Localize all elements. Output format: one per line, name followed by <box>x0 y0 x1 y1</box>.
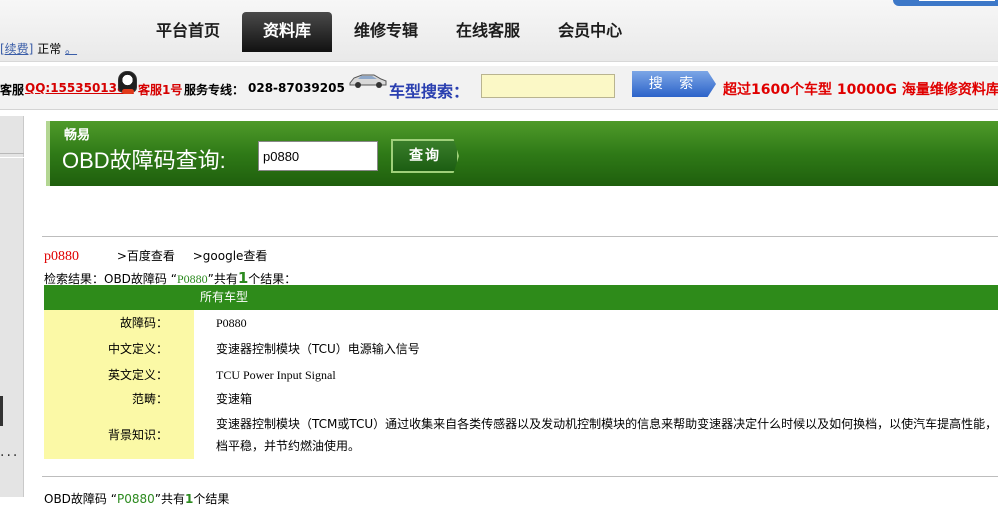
left-sidebar: ··· <box>0 116 24 497</box>
nav-online-service[interactable]: 在线客服 <box>440 12 536 52</box>
obd-code-input[interactable] <box>258 141 378 171</box>
summary-suffix: 个结果： <box>248 272 297 286</box>
obd-query-button[interactable]: 查询 <box>391 139 459 173</box>
window-corner-box <box>919 0 995 1</box>
bottom-suffix: 个结果 <box>193 492 230 506</box>
more-dots-icon[interactable]: ··· <box>0 448 19 464</box>
promo-banner: 超过1600个车型 10000G 海量维修资料库 <box>723 82 998 98</box>
row-value: P0880 <box>216 316 247 330</box>
hotline-label: 服务专线： <box>184 83 245 97</box>
row-value: 变速箱 <box>216 392 253 406</box>
main-content: 畅易 OBD故障码查询: 查询 p0880 >百度查看 >google查看 检索… <box>42 116 998 506</box>
bottom-keyword: P0880 <box>116 492 155 506</box>
result-table: 所有车型 故障码： P0880 中文定义： 变速器控制模块（TCU）电源输入信号… <box>44 285 998 459</box>
row-label: 英文定义： <box>44 362 194 388</box>
hotline-number: 028-87039205 <box>248 81 345 95</box>
table-row: 中文定义： 变速器控制模块（TCU）电源输入信号 <box>44 336 998 362</box>
table-header: 所有车型 <box>44 285 998 310</box>
sidebar-marker <box>0 396 3 426</box>
sidebar-divider <box>0 153 24 154</box>
window-corner-control[interactable] <box>893 0 998 6</box>
nav-home[interactable]: 平台首页 <box>140 12 236 52</box>
qq-penguin-icon[interactable] <box>118 71 137 94</box>
divider <box>42 236 998 237</box>
account-status: [续费] 正常 。 <box>0 40 77 57</box>
status-dot-link[interactable]: 。 <box>65 42 77 56</box>
status-text: 正常 <box>37 42 62 56</box>
car-icon <box>349 74 387 88</box>
row-value: TCU Power Input Signal <box>216 368 336 382</box>
obd-brand: 畅易 <box>64 128 91 143</box>
nav-library[interactable]: 资料库 <box>242 12 333 52</box>
table-row: 范畴： 变速箱 <box>44 388 998 411</box>
table-row: 故障码： P0880 <box>44 310 998 336</box>
summary-prefix: 检索结果：OBD故障码 “ <box>44 272 177 286</box>
summary-mid: ”共有 <box>207 272 238 286</box>
bottom-prefix: OBD故障码 “ <box>44 492 117 506</box>
row-value: 变速器控制模块（TCU）电源输入信号 <box>216 342 420 356</box>
baidu-link[interactable]: >百度查看 <box>117 249 175 263</box>
obd-query-panel: 畅易 OBD故障码查询: 查询 <box>46 121 998 186</box>
bottom-summary: OBD故障码 “P0880”共有1个结果 <box>44 490 229 507</box>
row-value: 变速器控制模块（TCM或TCU）通过收集来自各类传感器以及发动机控制模块的信息来… <box>216 417 998 453</box>
nav-member-center[interactable]: 会员中心 <box>542 12 638 52</box>
service-prefix: 客服 <box>0 83 25 97</box>
table-row: 英文定义： TCU Power Input Signal <box>44 362 998 388</box>
summary-keyword: P0880 <box>176 272 208 286</box>
renew-link[interactable]: [续费] <box>0 42 33 56</box>
car-search-button[interactable]: 搜 索 <box>632 71 716 97</box>
row-label: 中文定义： <box>44 336 194 362</box>
agent-link[interactable]: 客服1号 <box>138 81 182 98</box>
bottom-mid: ”共有 <box>154 492 185 506</box>
table-row: 背景知识： 变速器控制模块（TCM或TCU）通过收集来自各类传感器以及发动机控制… <box>44 411 998 459</box>
nav-repair-album[interactable]: 维修专辑 <box>338 12 434 52</box>
result-code: p0880 <box>44 249 79 264</box>
row-label: 范畴： <box>44 388 194 411</box>
car-search-label: 车型搜索： <box>389 82 470 101</box>
result-code-line: p0880 >百度查看 >google查看 <box>44 247 281 265</box>
top-navigation-bar: 平台首页 资料库 维修专辑 在线客服 会员中心 [续费] 正常 。 <box>0 0 998 62</box>
car-search-input[interactable] <box>481 74 615 98</box>
service-bar: 客服 QQ:1553501388 客服1号 服务专线： 028-87039205… <box>0 66 998 110</box>
google-link[interactable]: >google查看 <box>193 249 268 263</box>
main-nav: 平台首页 资料库 维修专辑 在线客服 会员中心 <box>140 12 644 52</box>
divider <box>42 476 998 477</box>
obd-title: OBD故障码查询: <box>62 148 226 173</box>
row-label: 背景知识： <box>44 411 194 459</box>
row-label: 故障码： <box>44 310 194 336</box>
sidebar-divider-highlight <box>0 157 24 158</box>
